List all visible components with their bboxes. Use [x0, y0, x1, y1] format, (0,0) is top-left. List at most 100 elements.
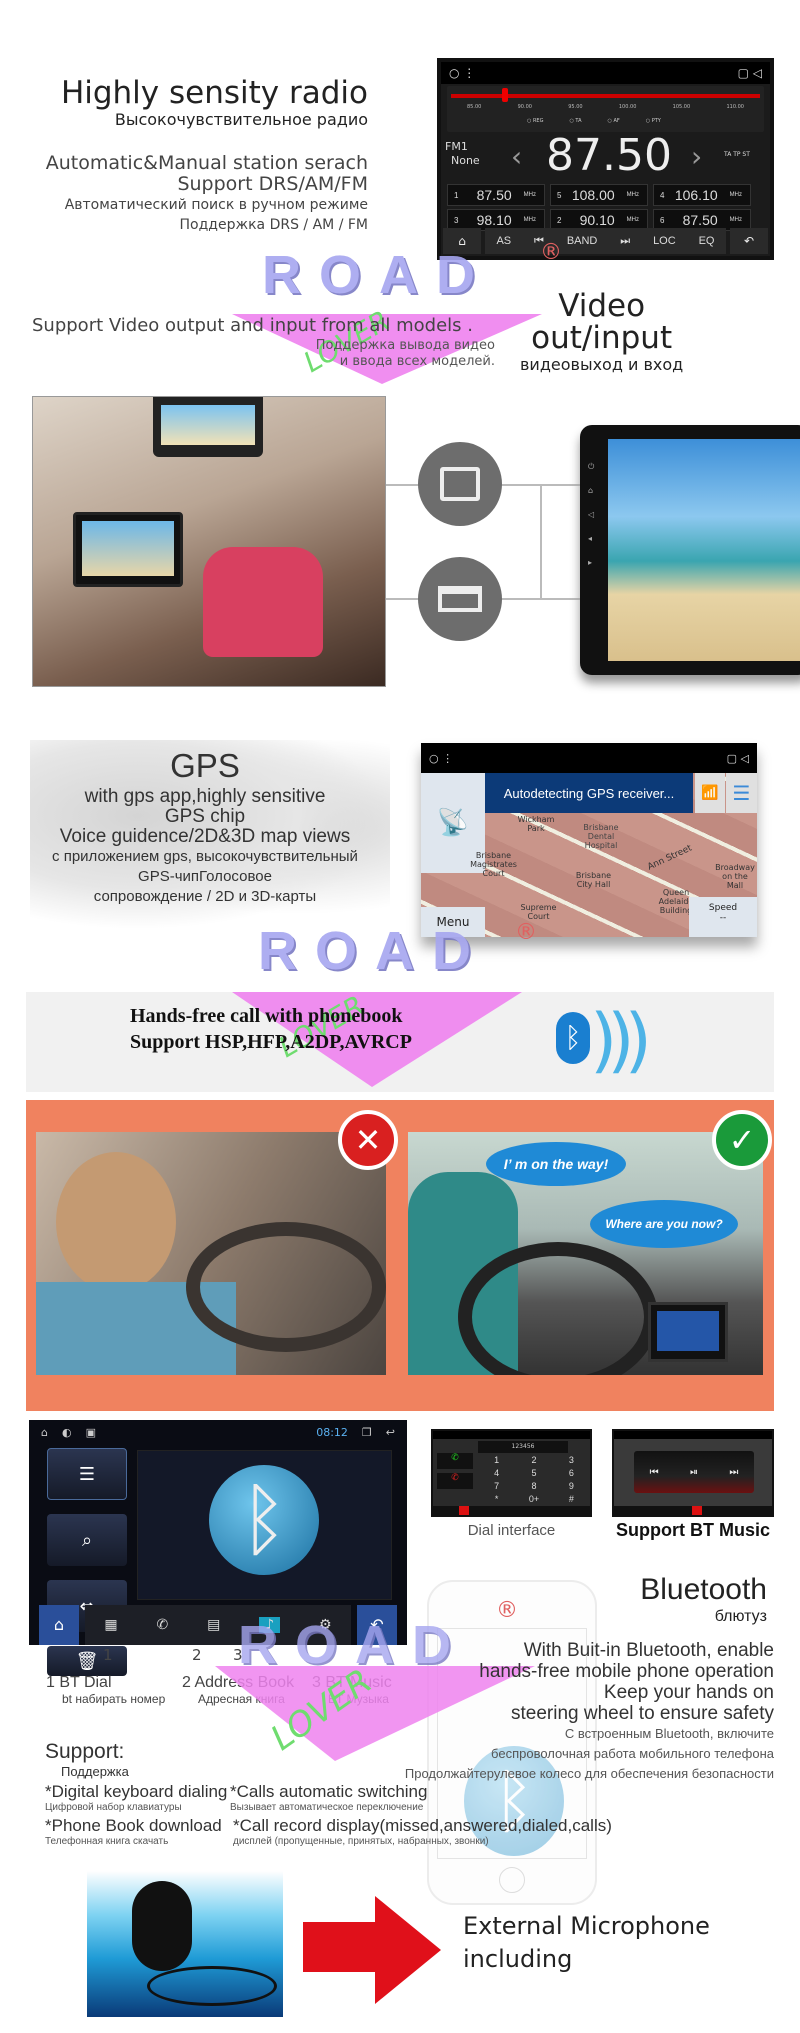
toggle-af[interactable]: ○ AF: [608, 118, 620, 124]
hangup-button[interactable]: ✆: [437, 1473, 473, 1489]
rds-flags: TA TP ST: [724, 151, 750, 158]
dial-key[interactable]: 8: [515, 1481, 552, 1491]
dial-key[interactable]: 7: [478, 1481, 515, 1491]
registered-mark: ®: [540, 240, 562, 265]
preset-frequency: 106.10: [674, 187, 718, 203]
registered-mark: ®: [496, 1598, 518, 1623]
toggle-reg[interactable]: ○ REG: [527, 118, 543, 124]
answer-button[interactable]: ✆: [437, 1453, 473, 1469]
toggle-pty[interactable]: ○ PTY: [646, 118, 661, 124]
bluetooth-line-ru: С встроенным Bluetooth, включите: [564, 1726, 774, 1741]
search-button[interactable]: ⌕: [47, 1514, 127, 1566]
preset-number: 5: [557, 190, 562, 200]
nav-icons[interactable]: ▢ ◁: [727, 752, 749, 765]
dial-key[interactable]: 1: [478, 1455, 515, 1465]
home-circle-icon[interactable]: ○ ⋮: [429, 752, 453, 765]
back-icon[interactable]: ↩: [386, 1426, 395, 1439]
play-pause-icon[interactable]: ⏯: [690, 1467, 698, 1478]
next-track-icon[interactable]: ⏭: [729, 1467, 738, 1478]
speech-bubble: I’ m on the way!: [486, 1142, 626, 1186]
video-text-ru-line: и ввода всех моделей.: [339, 354, 495, 369]
gps-line-ru: GPS-чипГолосовое: [138, 868, 272, 885]
preset-frequency: 98.10: [476, 212, 512, 228]
video-text-ru-line: Поддержка вывода видео: [315, 338, 495, 353]
contacts-tab-icon[interactable]: ▤: [207, 1617, 220, 1633]
previous-track-icon[interactable]: ⏮: [650, 1467, 659, 1478]
frequency-display: 87.50: [546, 130, 672, 181]
preset-unit: MHz: [523, 192, 536, 198]
scale-tick: 105.00: [672, 104, 691, 110]
radio-feature-line-ru: Поддержка DRS / AM / FM: [179, 217, 368, 233]
tablet-side-buttons[interactable]: ⏻ ⌂ ◁ ◂ ▸: [588, 455, 594, 575]
video-title-line: out/input: [531, 320, 673, 356]
dial-key[interactable]: 0+: [515, 1494, 552, 1504]
band-label: FM1: [445, 140, 468, 153]
dial-key[interactable]: 9: [553, 1481, 590, 1491]
gps-line: with gps app,highly sensitive: [84, 786, 326, 807]
loc-button[interactable]: LOC: [653, 235, 676, 247]
dial-caption: Dial interface: [467, 1522, 556, 1539]
scale-tick: 90.00: [517, 104, 532, 110]
dial-key[interactable]: 6: [553, 1468, 590, 1478]
menu-list-button[interactable]: ☰: [47, 1448, 127, 1500]
brand-logo: ROAD: [262, 245, 493, 305]
radio-features: Automatic&Manual station serach Support …: [46, 153, 368, 235]
dial-key[interactable]: 3: [553, 1455, 590, 1465]
home-button[interactable]: ⌂: [39, 1605, 79, 1645]
tuner-knob[interactable]: [502, 88, 508, 102]
seek-next-icon[interactable]: ⏭: [620, 235, 630, 248]
prev-arrow-icon[interactable]: ‹: [511, 140, 522, 173]
preset-number: 2: [557, 215, 562, 225]
recent-apps-icon[interactable]: ❐: [362, 1426, 372, 1439]
preset-button[interactable]: 4 106.10 MHz: [653, 184, 751, 206]
tuner-scale[interactable]: 85.00 90.00 95.00 100.00 105.00 110.00 ○ REG …: [447, 86, 764, 132]
nav-icons[interactable]: ▢ ◁: [738, 66, 762, 80]
dial-key[interactable]: *: [478, 1494, 515, 1504]
status-bar: ○ ⋮ ▢ ◁: [421, 743, 757, 773]
home-icon[interactable]: ⌂: [41, 1426, 48, 1439]
dial-key[interactable]: 4: [478, 1468, 515, 1478]
cross-icon: ✕: [338, 1110, 398, 1170]
video-title-ru: видеовыход и вход: [520, 355, 684, 374]
preset-button[interactable]: 5 108.00 MHz: [550, 184, 648, 206]
gps-banner: Autodetecting GPS receiver...: [485, 773, 693, 813]
map-label: Wickham Park: [517, 815, 555, 833]
toggle-ta[interactable]: ○ TA: [569, 118, 581, 124]
dial-key[interactable]: #: [553, 1494, 590, 1504]
preset-number: 1: [454, 190, 459, 200]
dialpad-tab-icon[interactable]: ▦: [104, 1617, 117, 1633]
gps-list-icon[interactable]: ☰: [726, 773, 757, 813]
dial-key[interactable]: 5: [515, 1468, 552, 1478]
microphone-text: External Microphone including: [463, 1910, 710, 1976]
dial-key[interactable]: 2: [515, 1455, 552, 1465]
music-caption: Support BT Music: [616, 1520, 770, 1540]
support-item: *Digital keyboard dialing Цифровой набор …: [45, 1782, 228, 1813]
bt-screen: ⌂◐▣ 08:12 ❐↩ ☰ ⌕ ⇔ 🗑 ᛒ ⌂ ▦✆▤♪⚙ ↶: [29, 1420, 407, 1676]
back-button[interactable]: ↶: [730, 228, 768, 254]
preset-unit: MHz: [523, 217, 536, 223]
map-label: Brisbane Magistrates Court: [470, 851, 517, 878]
bluetooth-title-ru: блютуз: [714, 1608, 767, 1625]
call-tab-icon[interactable]: ✆: [157, 1617, 169, 1633]
microphone-line: External Microphone: [463, 1912, 710, 1940]
car-headrest-photo: [32, 396, 386, 687]
map-label: Supreme Court: [520, 903, 557, 921]
gps-screen: ○ ⋮ ▢ ◁ 📡 Autodetecting GPS receiver... 📶…: [421, 743, 757, 937]
brand-logo: ROAD: [258, 921, 489, 981]
video-text-ru: Поддержка вывода видео и ввода всех моде…: [316, 338, 495, 370]
band-button[interactable]: BAND: [567, 235, 598, 247]
delete-button[interactable]: 🗑: [47, 1646, 127, 1676]
handsfree-line: Support HSP,HFP,A2DP,AVRCP: [130, 1031, 412, 1053]
gps-signal-icon[interactable]: 📶: [695, 773, 725, 813]
speech-bubble: Where are you now?: [590, 1200, 738, 1248]
gps-line-ru: с приложением gps, высокочувствительный: [52, 848, 358, 865]
as-button[interactable]: AS: [496, 235, 511, 247]
home-circle-icon[interactable]: ○ ⋮: [449, 66, 475, 80]
status-bar: ○ ⋮ ▢ ◁: [441, 62, 770, 84]
head-unit-tablet: ⏻ ⌂ ◁ ◂ ▸: [580, 425, 800, 675]
eq-button[interactable]: EQ: [699, 235, 715, 247]
preset-button[interactable]: 1 87.50 MHz: [447, 184, 545, 206]
next-arrow-icon[interactable]: ›: [691, 140, 702, 173]
microphone-line: including: [463, 1945, 573, 1973]
bt-tab-number: 2: [192, 1646, 202, 1664]
